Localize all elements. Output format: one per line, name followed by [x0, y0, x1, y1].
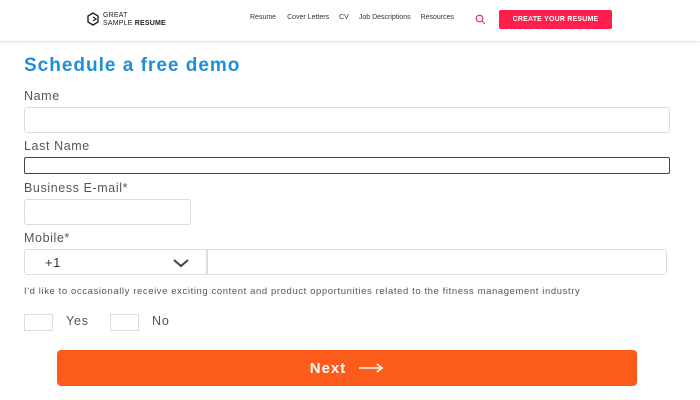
logo-text: GREAT SAMPLE RESUME [103, 12, 166, 28]
nav-item-job-descriptions[interactable]: Job Descriptions [359, 14, 411, 21]
site-header: GREAT SAMPLE RESUME Resume Cover Letters… [0, 0, 700, 42]
consent-text: I'd like to occasionally receive excitin… [24, 286, 581, 297]
logo-line-1: GREAT [103, 12, 128, 19]
page-title: Schedule a free demo [24, 55, 241, 76]
consent-no-checkbox[interactable] [110, 314, 139, 331]
nav-item-resume[interactable]: Resume [250, 14, 276, 21]
country-code-value: +1 [45, 254, 61, 270]
logo-line-2b: RESUME [134, 20, 166, 27]
country-code-select[interactable]: +1 [24, 249, 207, 275]
nav-item-cover-letters[interactable]: Cover Letters [287, 14, 329, 21]
name-field[interactable] [24, 107, 670, 133]
consent-yes-label: Yes [66, 314, 89, 328]
next-button[interactable]: Next [57, 350, 637, 386]
last-name-field[interactable] [24, 157, 670, 174]
logo-line-2a: SAMPLE [103, 20, 135, 27]
mobile-number-field[interactable] [207, 249, 667, 275]
logo-mark-icon [87, 12, 99, 26]
mobile-label: Mobile* [24, 231, 70, 245]
logo-line-2: SAMPLE RESUME [103, 20, 166, 28]
nav-item-resources[interactable]: Resources [421, 14, 454, 21]
logo[interactable]: GREAT SAMPLE RESUME [86, 9, 166, 31]
last-name-label: Last Name [24, 139, 90, 153]
create-resume-button[interactable]: CREATE YOUR RESUME [499, 10, 612, 29]
email-field[interactable] [24, 199, 191, 225]
next-button-label: Next [309, 359, 347, 377]
email-label: Business E-mail* [24, 181, 129, 195]
arrow-right-icon [359, 363, 384, 373]
chevron-down-icon [173, 259, 189, 268]
consent-no-label: No [152, 314, 170, 328]
consent-yes-checkbox[interactable] [24, 314, 53, 331]
main-nav: Resume Cover Letters CV Job Descriptions… [250, 14, 464, 21]
name-label: Name [24, 89, 60, 103]
nav-item-cv[interactable]: CV [339, 14, 349, 21]
search-icon[interactable] [475, 14, 486, 25]
